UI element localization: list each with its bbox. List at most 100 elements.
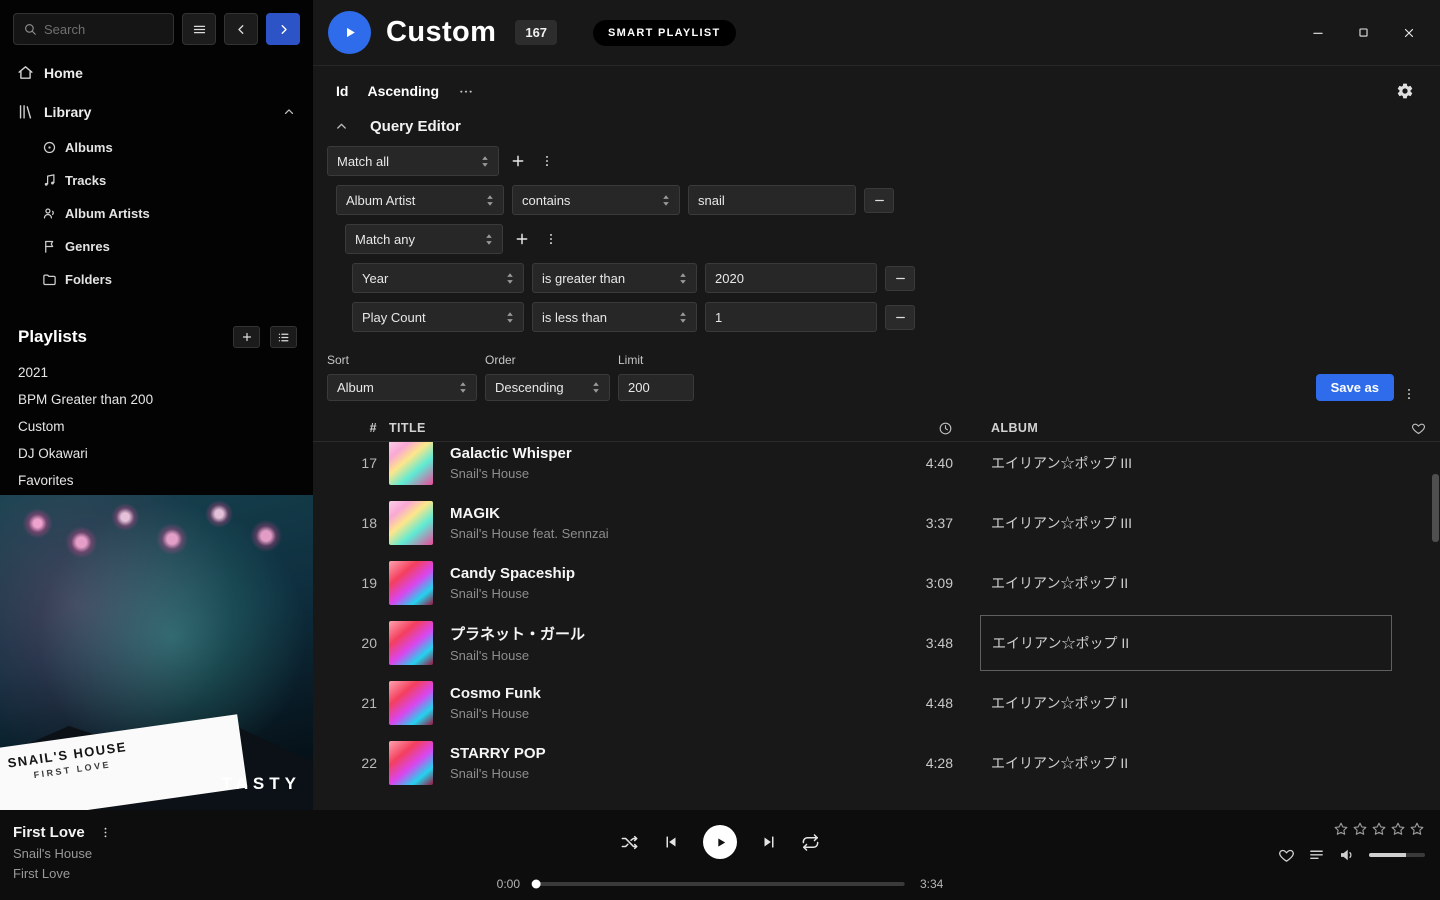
track-artist: Snail's House	[450, 648, 585, 663]
remove-rule-button[interactable]	[864, 188, 894, 213]
rule-value-input[interactable]	[705, 302, 877, 332]
volume-icon[interactable]	[1338, 846, 1356, 864]
star-icon[interactable]	[1352, 821, 1368, 837]
progress-section: 0:00 3:34	[497, 877, 944, 891]
minimize-button[interactable]	[1311, 26, 1325, 40]
column-header-album[interactable]: ALBUM	[966, 421, 1396, 435]
playlists-title: Playlists	[18, 327, 87, 347]
rule-field-select[interactable]: Play Count	[352, 302, 524, 332]
shuffle-icon[interactable]	[620, 833, 639, 852]
home-icon	[17, 64, 34, 81]
gear-icon[interactable]	[1396, 82, 1414, 100]
app-window: Home Library Albums Tracks Album Artists…	[0, 0, 1440, 810]
play-playlist-button[interactable]	[328, 11, 371, 54]
rule-field-select[interactable]: Year	[352, 263, 524, 293]
sidebar-item-tracks[interactable]: Tracks	[0, 164, 313, 197]
star-icon[interactable]	[1371, 821, 1387, 837]
seek-bar[interactable]	[535, 882, 905, 886]
close-button[interactable]	[1402, 26, 1416, 40]
track-album: エイリアン☆ポップ III	[966, 453, 1396, 473]
table-row[interactable]: 17 Galactic Whisper Snail's House 4:40 エ…	[313, 442, 1440, 493]
sidebar-item-label: Album Artists	[65, 206, 150, 221]
table-row[interactable]: 22 STARRY POP Snail's House 4:28 エイリアン☆ポ…	[313, 733, 1440, 793]
column-header-index[interactable]: #	[313, 421, 389, 435]
column-header-title[interactable]: TITLE	[389, 421, 886, 435]
add-rule-button[interactable]	[507, 150, 529, 172]
seek-knob[interactable]	[532, 880, 541, 889]
rule-operator-select[interactable]: is less than	[532, 302, 697, 332]
rule-field-select[interactable]: Album Artist	[336, 185, 504, 215]
add-playlist-button[interactable]	[233, 326, 260, 348]
collapse-chevron-icon[interactable]	[282, 105, 296, 119]
duration-column-clock-icon[interactable]	[886, 421, 966, 436]
album-art-thumbnail	[389, 741, 433, 785]
favorite-heart-icon[interactable]	[1278, 847, 1295, 864]
select-arrows-icon	[485, 233, 493, 246]
table-row[interactable]: 21 Cosmo Funk Snail's House 4:48 エイリアン☆ポ…	[313, 673, 1440, 733]
more-options-icon[interactable]	[458, 83, 474, 99]
limit-input[interactable]	[618, 374, 694, 401]
remove-rule-button[interactable]	[885, 266, 915, 291]
save-options-icon[interactable]	[1402, 387, 1416, 401]
track-title: Cosmo Funk	[450, 685, 541, 702]
previous-track-icon[interactable]	[662, 833, 680, 851]
sort-select[interactable]: Album	[327, 374, 477, 401]
sidebar-item-folders[interactable]: Folders	[0, 263, 313, 296]
table-row[interactable]: 18 MAGIK Snail's House feat. Sennzai 3:3…	[313, 493, 1440, 553]
select-arrows-icon	[679, 311, 687, 324]
select-arrows-icon	[459, 381, 467, 394]
playlist-item[interactable]: BPM Greater than 200	[0, 386, 313, 413]
next-track-icon[interactable]	[760, 833, 778, 851]
flag-icon	[42, 239, 57, 254]
table-row[interactable]: 20 プラネット・ガール Snail's House 3:48 エイリアン☆ポッ…	[313, 613, 1440, 673]
play-pause-button[interactable]	[703, 825, 737, 859]
repeat-icon[interactable]	[801, 833, 820, 852]
track-number: 17	[313, 455, 389, 471]
star-icon[interactable]	[1333, 821, 1349, 837]
rule-operator-select[interactable]: contains	[512, 185, 680, 215]
smart-playlist-badge: SMART PLAYLIST	[593, 20, 736, 46]
playlist-item[interactable]: Favorites	[0, 467, 313, 494]
track-options-icon[interactable]	[99, 826, 112, 839]
playlist-item[interactable]: Custom	[0, 413, 313, 440]
sidebar-item-albums[interactable]: Albums	[0, 131, 313, 164]
sidebar-item-album-artists[interactable]: Album Artists	[0, 197, 313, 230]
search-input[interactable]	[44, 22, 164, 37]
add-rule-button[interactable]	[511, 228, 533, 250]
menu-button[interactable]	[182, 13, 216, 45]
playlist-item[interactable]: DJ Okawari	[0, 440, 313, 467]
sort-field-button[interactable]: Id	[336, 83, 348, 99]
order-select[interactable]: Descending	[485, 374, 610, 401]
star-icon[interactable]	[1409, 821, 1425, 837]
volume-slider[interactable]	[1369, 853, 1425, 857]
remove-rule-button[interactable]	[885, 305, 915, 330]
save-as-button[interactable]: Save as	[1316, 374, 1394, 401]
track-album: エイリアン☆ポップ II	[966, 753, 1396, 773]
rule-value-input[interactable]	[688, 185, 856, 215]
sort-direction-button[interactable]: Ascending	[367, 83, 439, 99]
star-icon[interactable]	[1390, 821, 1406, 837]
collapse-query-editor-icon[interactable]	[334, 119, 349, 134]
track-album-focused-cell[interactable]: エイリアン☆ポップ II	[980, 615, 1392, 671]
favorite-column-heart-icon[interactable]	[1396, 421, 1440, 436]
sidebar-item-genres[interactable]: Genres	[0, 230, 313, 263]
sidebar-item-home[interactable]: Home	[0, 53, 313, 92]
sidebar-item-library[interactable]: Library	[0, 92, 313, 131]
group-options-icon[interactable]	[541, 229, 561, 249]
match-mode-select[interactable]: Match all	[327, 146, 499, 176]
group-options-icon[interactable]	[537, 151, 557, 171]
chevron-left-icon	[234, 22, 249, 37]
rule-value-input[interactable]	[705, 263, 877, 293]
playlist-item[interactable]: 2021	[0, 359, 313, 386]
match-mode-select[interactable]: Match any	[345, 224, 503, 254]
scrollbar-thumb[interactable]	[1432, 474, 1439, 542]
playlist-list-button[interactable]	[270, 326, 297, 348]
rule-operator-select[interactable]: is greater than	[532, 263, 697, 293]
queue-icon[interactable]	[1308, 847, 1325, 864]
forward-button[interactable]	[266, 13, 300, 45]
select-value: Album Artist	[346, 193, 415, 208]
maximize-button[interactable]	[1357, 26, 1370, 39]
disc-icon	[42, 140, 57, 155]
table-row[interactable]: 19 Candy Spaceship Snail's House 3:09 エイ…	[313, 553, 1440, 613]
back-button[interactable]	[224, 13, 258, 45]
